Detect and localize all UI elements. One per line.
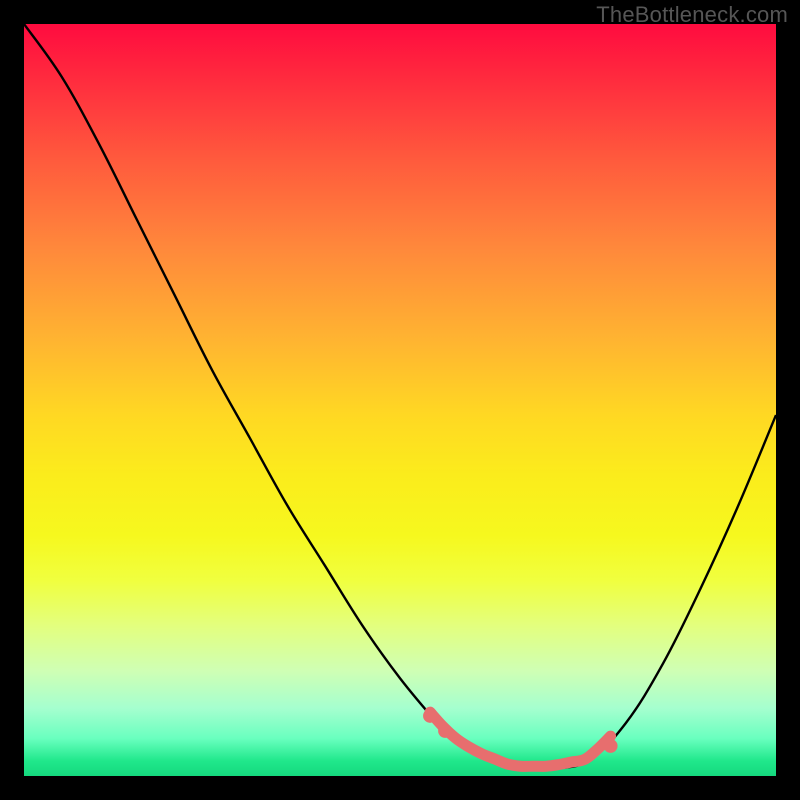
watermark-text: TheBottleneck.com — [596, 2, 788, 28]
bottleneck-curve — [24, 24, 776, 770]
highlight-dot — [438, 724, 452, 738]
highlight-dot — [423, 709, 437, 723]
chart-frame: TheBottleneck.com — [0, 0, 800, 800]
curve-layer — [24, 24, 776, 776]
highlight-dot — [604, 739, 618, 753]
sweet-spot-highlight — [430, 712, 610, 766]
plot-area — [24, 24, 776, 776]
